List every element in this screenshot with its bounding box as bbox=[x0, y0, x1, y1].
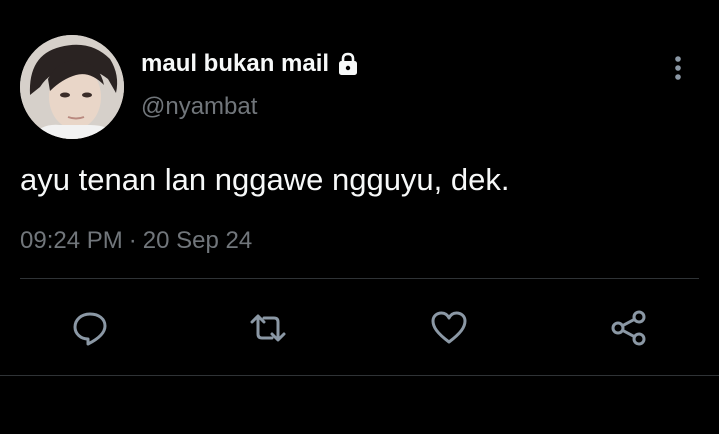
avatar-image bbox=[20, 35, 124, 139]
like-button[interactable] bbox=[427, 306, 471, 350]
reply-icon bbox=[73, 312, 107, 346]
like-icon bbox=[431, 311, 467, 344]
bottom-divider bbox=[0, 375, 719, 376]
display-name[interactable]: maul bukan mail bbox=[141, 50, 359, 78]
meta-separator: · bbox=[128, 227, 137, 254]
share-button[interactable] bbox=[607, 306, 651, 350]
share-icon bbox=[611, 310, 646, 346]
tweet-card: maul bukan mail @nyambat ayu tenan lan n… bbox=[0, 0, 719, 434]
lock-icon bbox=[339, 52, 358, 75]
tweet-time: 09:24 PM bbox=[20, 227, 123, 254]
retweet-button[interactable] bbox=[246, 306, 290, 350]
user-handle[interactable]: @nyambat bbox=[141, 93, 257, 121]
avatar[interactable] bbox=[20, 35, 124, 139]
tweet-text: ayu tenan lan nggawe ngguyu, dek. bbox=[20, 162, 510, 197]
divider bbox=[20, 278, 699, 279]
display-name-text: maul bukan mail bbox=[141, 50, 330, 77]
retweet-icon bbox=[250, 314, 286, 342]
tweet-date: 20 Sep 24 bbox=[142, 227, 253, 254]
more-vertical-icon[interactable] bbox=[668, 54, 688, 82]
tweet-timestamp[interactable]: 09:24 PM · 20 Sep 24 bbox=[20, 227, 252, 255]
reply-button[interactable] bbox=[68, 306, 112, 350]
